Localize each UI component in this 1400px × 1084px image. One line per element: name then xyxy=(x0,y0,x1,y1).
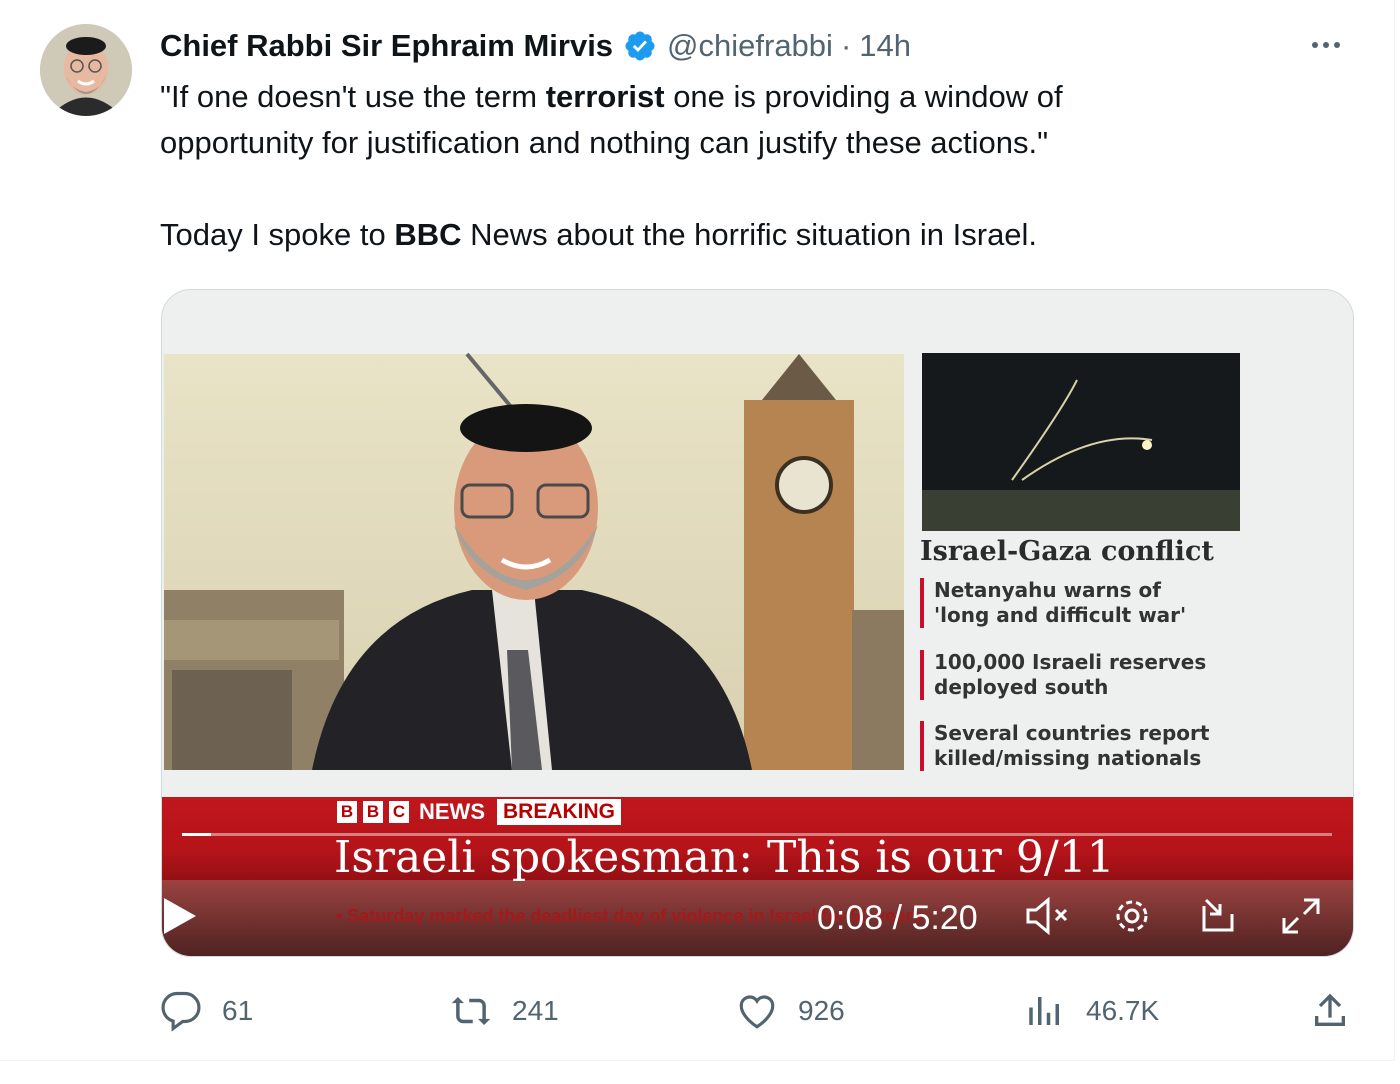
share-icon xyxy=(1315,993,1345,1026)
bbc-letter: B xyxy=(363,801,383,823)
share-button[interactable] xyxy=(1310,990,1370,1032)
picture-in-picture-icon[interactable] xyxy=(1198,896,1240,936)
bbc-news-label: NEWS xyxy=(419,799,485,824)
video-progress-fill xyxy=(182,833,211,836)
video-controls: 0:08 / 5:20 xyxy=(162,896,1353,956)
repost-count: 241 xyxy=(512,995,559,1026)
video-bullet: Netanyahu warns of'long and difficult wa… xyxy=(920,578,1224,628)
video-timecode: 0:08 / 5:20 xyxy=(817,899,978,937)
mute-icon[interactable] xyxy=(1024,896,1072,936)
like-count: 926 xyxy=(798,995,845,1026)
video-panel-title: Israel-Gaza conflict xyxy=(920,536,1214,567)
video-player[interactable]: Israel-Gaza conflict Netanyahu warns of '… xyxy=(161,289,1354,957)
dot-icon xyxy=(1323,42,1329,48)
more-options-button[interactable] xyxy=(1306,30,1346,60)
bbc-letter: B xyxy=(337,801,357,823)
video-bullet: 100,000 Israeli reserves deployed south xyxy=(920,650,1224,700)
settings-gear-icon[interactable] xyxy=(1112,896,1152,936)
repost-icon xyxy=(451,997,491,1025)
author-avatar[interactable] xyxy=(40,24,132,116)
views-chart-icon xyxy=(1029,997,1059,1025)
video-bullet: Several countries report killed/missing n… xyxy=(920,721,1224,771)
video-progress-bar[interactable] xyxy=(182,833,1332,836)
reply-count: 61 xyxy=(222,995,254,1026)
dot-icon xyxy=(1312,42,1318,48)
tweet-actions: 61 241 926 46.7K xyxy=(160,990,1360,1034)
bbc-news-logo: B B C NEWS BREAKING xyxy=(337,799,622,825)
video-headline: Israeli spokesman: This is our 9/11 xyxy=(334,832,1115,883)
like-button[interactable]: 926 xyxy=(736,990,845,1032)
author-name[interactable]: Chief Rabbi Sir Ephraim Mirvis xyxy=(160,28,613,64)
header-separator: · xyxy=(840,28,852,63)
repost-button[interactable]: 241 xyxy=(450,990,559,1032)
tweet-timestamp[interactable]: 14h xyxy=(859,28,911,64)
bbc-letter: C xyxy=(389,801,409,823)
play-icon[interactable] xyxy=(162,896,198,936)
views-count: 46.7K xyxy=(1086,995,1160,1026)
tweet-text: "If one doesn't use the term terrorist o… xyxy=(160,74,1330,258)
dot-icon xyxy=(1334,42,1340,48)
tweet-card[interactable]: Chief Rabbi Sir Ephraim Mirvis @chiefrab… xyxy=(0,0,1395,1061)
breaking-label: BREAKING xyxy=(497,799,622,825)
verified-badge-icon xyxy=(625,31,655,61)
reply-button[interactable]: 61 xyxy=(160,990,253,1032)
tweet-text-spacer xyxy=(160,166,1330,212)
tweet-text-line: Today I spoke to BBC News about the horr… xyxy=(160,217,1038,252)
fullscreen-icon[interactable] xyxy=(1280,896,1322,936)
tweet-text-line: opportunity for justification and nothin… xyxy=(160,125,1049,160)
heart-icon xyxy=(739,995,775,1029)
reply-icon xyxy=(161,991,201,1032)
author-handle[interactable]: @chiefrabbi xyxy=(667,28,833,64)
views-button[interactable]: 46.7K xyxy=(1024,990,1159,1032)
tweet-text-line: "If one doesn't use the term terrorist o… xyxy=(160,79,1063,114)
